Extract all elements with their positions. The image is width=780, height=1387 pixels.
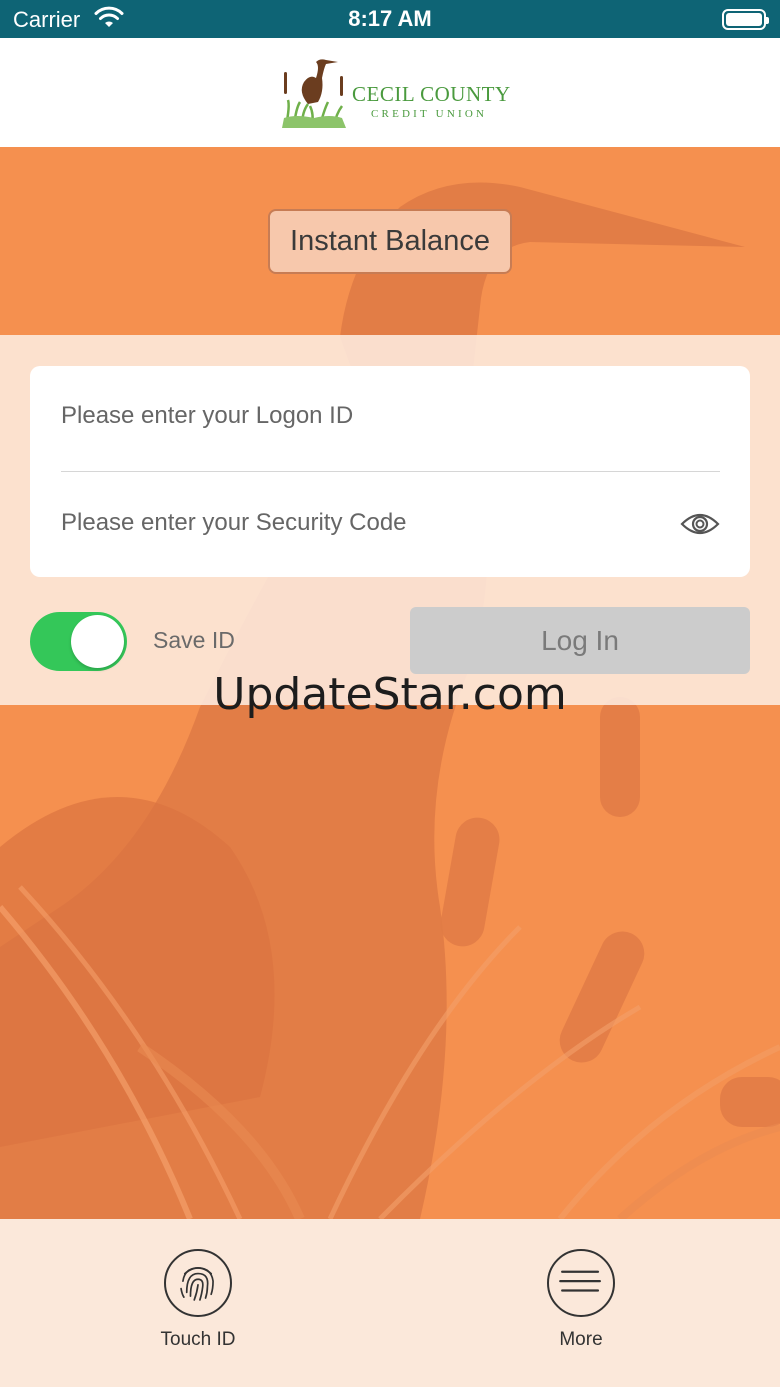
logon-id-input[interactable]: Please enter your Logon ID bbox=[61, 402, 720, 438]
eye-icon[interactable] bbox=[680, 508, 720, 540]
touch-id-label: Touch ID bbox=[160, 1329, 236, 1350]
touch-id-circle bbox=[164, 1249, 232, 1317]
logo-title: CECIL COUNTY bbox=[352, 82, 511, 106]
battery-icon bbox=[722, 9, 769, 30]
bottom-nav-bar: Touch ID More bbox=[0, 1219, 780, 1387]
credit-union-logo: CECIL COUNTY CREDIT UNION bbox=[280, 56, 510, 130]
status-bar: Carrier 8:17 AM bbox=[0, 0, 780, 38]
instant-balance-button[interactable]: Instant Balance bbox=[268, 209, 512, 274]
login-card: Please enter your Logon ID Please enter … bbox=[30, 366, 750, 577]
more-button[interactable]: More bbox=[511, 1249, 651, 1359]
fingerprint-icon bbox=[180, 1267, 214, 1301]
watermark-text: UpdateStar.com bbox=[213, 669, 567, 720]
toggle-knob bbox=[71, 615, 124, 668]
heron-logo-icon bbox=[282, 59, 346, 128]
more-label: More bbox=[559, 1329, 603, 1350]
security-code-input[interactable]: Please enter your Security Code bbox=[61, 509, 720, 545]
log-in-button[interactable]: Log In bbox=[410, 607, 750, 674]
clock: 8:17 AM bbox=[348, 6, 432, 31]
logo-subtitle: CREDIT UNION bbox=[371, 108, 488, 120]
touch-id-button[interactable]: Touch ID bbox=[128, 1249, 268, 1359]
save-id-label: Save ID bbox=[153, 627, 235, 653]
hamburger-menu-icon bbox=[559, 1270, 601, 1292]
app-header: CECIL COUNTY CREDIT UNION bbox=[0, 38, 780, 147]
save-id-toggle[interactable] bbox=[30, 612, 127, 671]
field-divider bbox=[61, 471, 720, 472]
more-circle bbox=[547, 1249, 615, 1317]
